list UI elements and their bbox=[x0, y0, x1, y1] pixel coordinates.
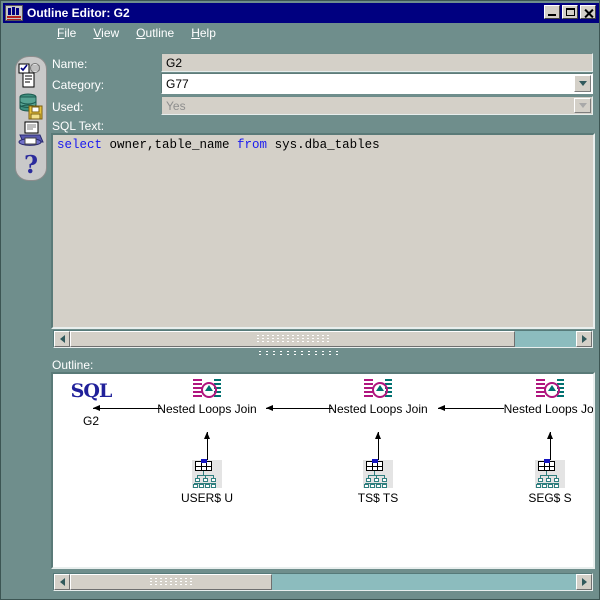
menu-item-file-label: ile bbox=[64, 26, 77, 40]
save-to-database-icon[interactable] bbox=[18, 92, 44, 121]
table-access-icon bbox=[535, 459, 565, 488]
outline-node-tbl-1-caption: USER$ U bbox=[180, 491, 233, 505]
menu-item-view-label: iew bbox=[101, 26, 120, 40]
edge-tbl3-to-join3 bbox=[547, 432, 553, 460]
scroll-thumb-grip bbox=[256, 334, 329, 344]
chevron-down-icon bbox=[578, 81, 587, 86]
outline-scroll-thumb[interactable] bbox=[70, 574, 273, 590]
sql-horizontal-scrollbar[interactable] bbox=[53, 330, 593, 348]
edit-sql-icon[interactable] bbox=[18, 63, 44, 92]
menu-item-help-label: elp bbox=[199, 26, 216, 40]
edge-tbl1-to-join1 bbox=[204, 432, 210, 460]
maximize-button[interactable] bbox=[562, 5, 578, 19]
outline-node-join-1-caption: Nested Loops Join bbox=[157, 402, 257, 416]
help-icon[interactable]: ? bbox=[18, 150, 44, 179]
used-label: Used: bbox=[52, 100, 84, 114]
oracle-app-icon bbox=[5, 5, 23, 21]
category-combobox[interactable]: G77 bbox=[161, 73, 593, 94]
title-bar: Outline Editor: G2 bbox=[3, 3, 599, 23]
left-toolbar: ? bbox=[15, 56, 47, 181]
outline-node-tbl-3[interactable]: SEG$ S bbox=[510, 459, 590, 505]
menu-item-view[interactable]: View bbox=[93, 26, 119, 40]
sql-plain-1: owner,table_name bbox=[102, 138, 238, 152]
sql-statement-icon: SQL bbox=[70, 380, 113, 402]
category-label: Category: bbox=[52, 78, 105, 92]
outline-node-sql-root-caption: G2 bbox=[82, 414, 99, 428]
edge-join2-to-join1 bbox=[266, 405, 332, 411]
sql-text-editor[interactable]: select owner,table_name from sys.dba_tab… bbox=[51, 133, 595, 329]
outline-scroll-left-button[interactable] bbox=[54, 574, 70, 590]
outline-node-join-3[interactable]: Nested Loops Joi bbox=[490, 378, 595, 416]
used-combobox: Yes bbox=[161, 96, 593, 115]
used-dropdown-arrow bbox=[574, 98, 591, 113]
used-value: Yes bbox=[166, 98, 186, 113]
menu-item-help[interactable]: Help bbox=[191, 26, 216, 40]
category-value: G77 bbox=[166, 76, 189, 91]
outline-node-tbl-3-caption: SEG$ S bbox=[528, 491, 572, 505]
outline-node-join-2-caption: Nested Loops Join bbox=[328, 402, 428, 416]
splitter-handle[interactable] bbox=[259, 351, 338, 356]
outline-node-tbl-2[interactable]: TS$ TS bbox=[338, 459, 418, 505]
sql-scroll-right-button[interactable] bbox=[576, 331, 592, 347]
window-controls bbox=[544, 5, 596, 19]
arrow-left-icon bbox=[59, 578, 65, 586]
nested-loops-join-icon bbox=[193, 378, 221, 398]
svg-text:?: ? bbox=[24, 150, 38, 179]
name-label: Name: bbox=[52, 57, 88, 71]
outline-label: Outline: bbox=[52, 358, 94, 372]
outline-node-join-2[interactable]: Nested Loops Join bbox=[318, 378, 438, 416]
name-field-value: G2 bbox=[166, 55, 183, 70]
arrow-left-icon bbox=[59, 335, 65, 343]
arrow-right-icon bbox=[581, 578, 587, 586]
sql-keyword-select: select bbox=[57, 138, 103, 152]
window-title: Outline Editor: G2 bbox=[27, 6, 130, 20]
print-icon[interactable] bbox=[18, 121, 44, 150]
edge-join1-to-sql bbox=[93, 405, 161, 411]
chevron-down-icon bbox=[578, 103, 587, 108]
sql-scroll-left-button[interactable] bbox=[54, 331, 70, 347]
sql-text-label: SQL Text: bbox=[52, 119, 105, 133]
outline-node-tbl-2-caption: TS$ TS bbox=[357, 491, 399, 505]
minimize-button[interactable] bbox=[544, 5, 560, 19]
edge-tbl2-to-join2 bbox=[375, 432, 381, 460]
menu-item-outline[interactable]: Outline bbox=[136, 26, 174, 40]
menu-bar: File View Outline Help bbox=[3, 23, 599, 43]
table-access-icon bbox=[192, 459, 222, 488]
sql-scroll-track[interactable] bbox=[70, 331, 576, 347]
name-field[interactable]: G2 bbox=[161, 53, 593, 72]
outline-scroll-right-button[interactable] bbox=[576, 574, 592, 590]
outline-node-sql-root[interactable]: SQL G2 bbox=[61, 380, 121, 428]
nested-loops-join-icon bbox=[364, 378, 392, 398]
table-access-icon bbox=[363, 459, 393, 488]
arrow-right-icon bbox=[581, 335, 587, 343]
sql-plain-2: sys.dba_tables bbox=[267, 138, 380, 152]
nested-loops-join-icon bbox=[536, 378, 564, 398]
outline-editor-window: Outline Editor: G2 File View Outline Hel… bbox=[0, 0, 600, 600]
category-dropdown-arrow[interactable] bbox=[574, 75, 591, 92]
outline-node-tbl-1[interactable]: USER$ U bbox=[167, 459, 247, 505]
outline-horizontal-scrollbar[interactable] bbox=[53, 573, 593, 591]
outline-node-join-1[interactable]: Nested Loops Join bbox=[147, 378, 267, 416]
outline-node-join-3-caption: Nested Loops Joi bbox=[503, 402, 595, 416]
outline-canvas[interactable]: SQL G2 Nested Loops Join Nested Loops Jo… bbox=[51, 372, 595, 569]
sql-text-line: select owner,table_name from sys.dba_tab… bbox=[53, 135, 593, 152]
edge-join3-to-join2 bbox=[438, 405, 504, 411]
sql-keyword-from: from bbox=[237, 138, 268, 152]
menu-item-file[interactable]: File bbox=[57, 26, 76, 40]
close-button[interactable] bbox=[580, 5, 596, 19]
outline-scroll-track[interactable] bbox=[70, 574, 576, 590]
sql-scroll-thumb[interactable] bbox=[70, 331, 516, 347]
menu-item-outline-label: utline bbox=[145, 26, 175, 40]
scroll-thumb-grip bbox=[150, 577, 193, 587]
